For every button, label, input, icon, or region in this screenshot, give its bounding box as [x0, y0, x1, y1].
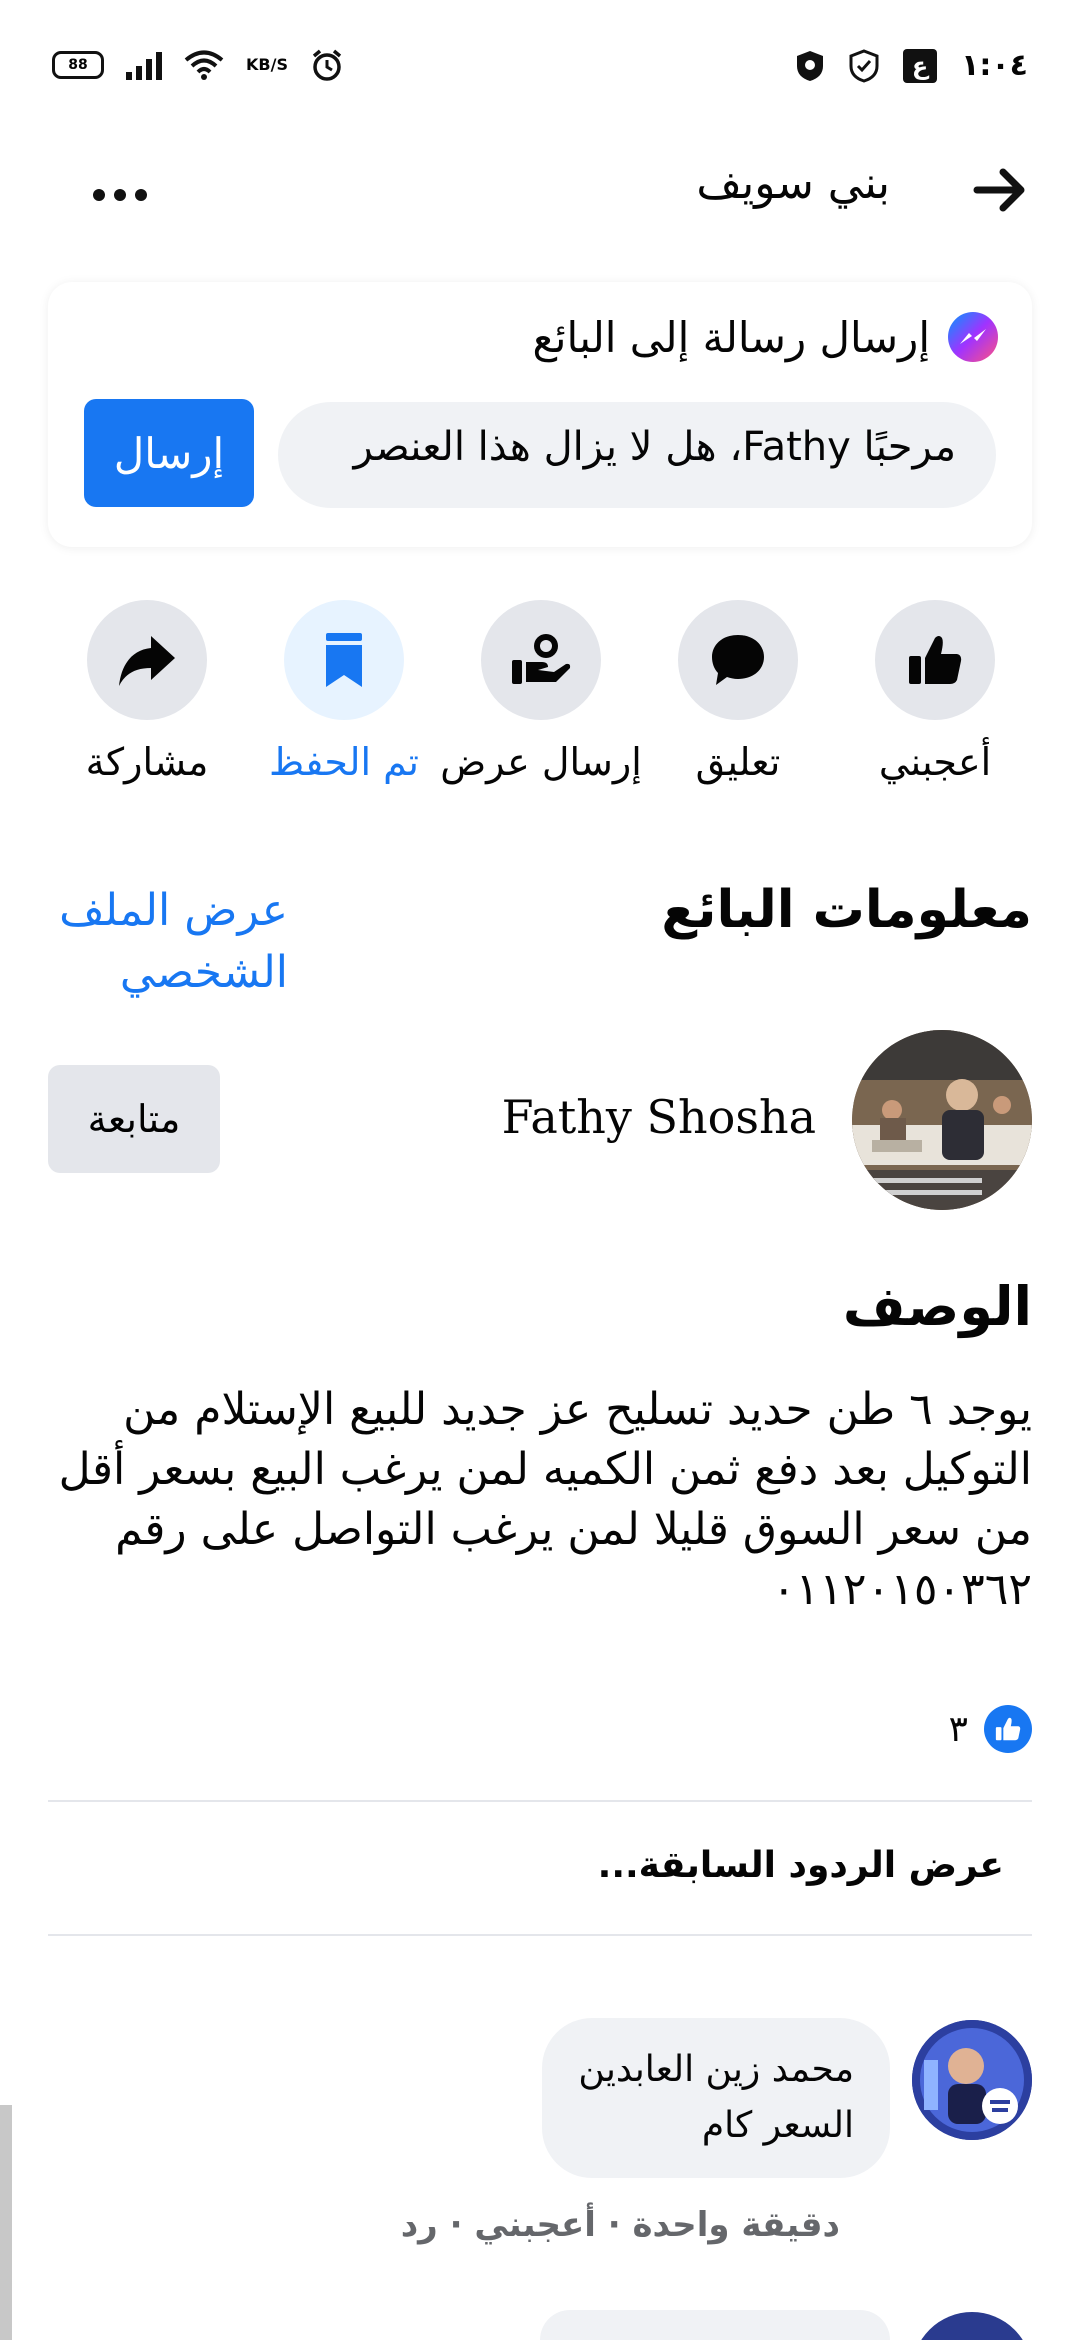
- more-icon[interactable]: [80, 165, 160, 225]
- seller-info-title: معلومات البائع: [661, 880, 1032, 940]
- scrollbar[interactable]: [0, 2105, 12, 2340]
- network-speed-unit: KB/S: [246, 55, 288, 74]
- signal-icon: [126, 50, 162, 80]
- message-seller-card: إرسال رسالة إلى البائع مرحبًا Fathy، هل …: [48, 282, 1032, 547]
- description-title: الوصف: [842, 1275, 1032, 1338]
- comment-author[interactable]: محمد زين العابدين: [578, 2042, 854, 2098]
- reaction-summary[interactable]: ٣: [949, 1705, 1032, 1753]
- follow-button[interactable]: متابعة: [48, 1065, 220, 1173]
- comment-avatar[interactable]: [912, 2020, 1032, 2140]
- bookmark-icon[interactable]: [284, 600, 404, 720]
- comment-label: تعليق: [695, 740, 781, 784]
- save-action[interactable]: تم الحفظ: [244, 600, 444, 784]
- action-row: أعجبني تعليق إرسال عرض تم الحفظ مشاركة: [0, 600, 1080, 800]
- view-profile-link[interactable]: عرض الملف الشخصي: [48, 880, 288, 1004]
- message-seller-header: إرسال رسالة إلى البائع: [532, 312, 998, 362]
- status-time: ١:٠٤: [961, 48, 1028, 83]
- description-text: يوجد ٦ طن حديد تسليح عز جديد للبيع الإست…: [58, 1384, 1032, 1615]
- comment-action[interactable]: تعليق: [638, 600, 838, 784]
- status-bar-left: 88 KB/S: [52, 48, 344, 82]
- top-bar: بني سويف: [0, 130, 1080, 270]
- shield-icon: [849, 48, 879, 83]
- wifi-icon: [184, 50, 224, 80]
- comment-avatar[interactable]: [912, 2312, 1032, 2340]
- page-title: بني سويف: [696, 158, 890, 209]
- send-offer-label: إرسال عرض: [440, 740, 642, 784]
- like-reaction-icon: [984, 1705, 1032, 1753]
- like-count: ٣: [948, 1708, 968, 1750]
- vpn-icon: [797, 50, 824, 81]
- battery-level: 88: [68, 57, 88, 73]
- like-label: أعجبني: [878, 740, 992, 784]
- status-bar: 88 KB/S ع ١:٠٤: [0, 0, 1080, 130]
- seller-name[interactable]: Fathy Shosha: [502, 1090, 816, 1144]
- seller-avatar[interactable]: [852, 1030, 1032, 1210]
- comment-meta[interactable]: دقيقة واحدة · أعجبني · رد: [401, 2205, 840, 2245]
- comment-text: السعر كام: [701, 2105, 854, 2146]
- share-action[interactable]: مشاركة: [47, 600, 247, 784]
- divider: [48, 1800, 1032, 1802]
- divider: [48, 1934, 1032, 1936]
- status-bar-right: ع ١:٠٤: [795, 48, 1028, 83]
- save-label: تم الحفظ: [269, 740, 419, 784]
- like-action[interactable]: أعجبني: [835, 600, 1035, 784]
- share-icon[interactable]: [87, 600, 207, 720]
- share-label: مشاركة: [85, 740, 209, 784]
- comment-icon[interactable]: [678, 600, 798, 720]
- message-input[interactable]: مرحبًا Fathy، هل لا يزال هذا العنصر: [278, 402, 996, 508]
- battery-icon: 88: [52, 51, 104, 79]
- arrow-right-icon[interactable]: [960, 150, 1040, 230]
- comment-bubble[interactable]: [540, 2310, 890, 2340]
- alarm-icon: [312, 49, 342, 81]
- send-offer-action[interactable]: إرسال عرض: [440, 600, 642, 784]
- message-seller-title: إرسال رسالة إلى البائع: [532, 312, 930, 362]
- comment-bubble[interactable]: محمد زين العابدين السعر كام: [542, 2018, 890, 2178]
- thumbs-up-icon[interactable]: [875, 600, 995, 720]
- view-previous-replies-link[interactable]: عرض الردود السابقة...: [598, 1845, 1004, 1886]
- app-icon: ع: [903, 48, 938, 83]
- messenger-icon: [948, 312, 998, 362]
- send-offer-icon[interactable]: [481, 600, 601, 720]
- send-button[interactable]: إرسال: [84, 399, 254, 507]
